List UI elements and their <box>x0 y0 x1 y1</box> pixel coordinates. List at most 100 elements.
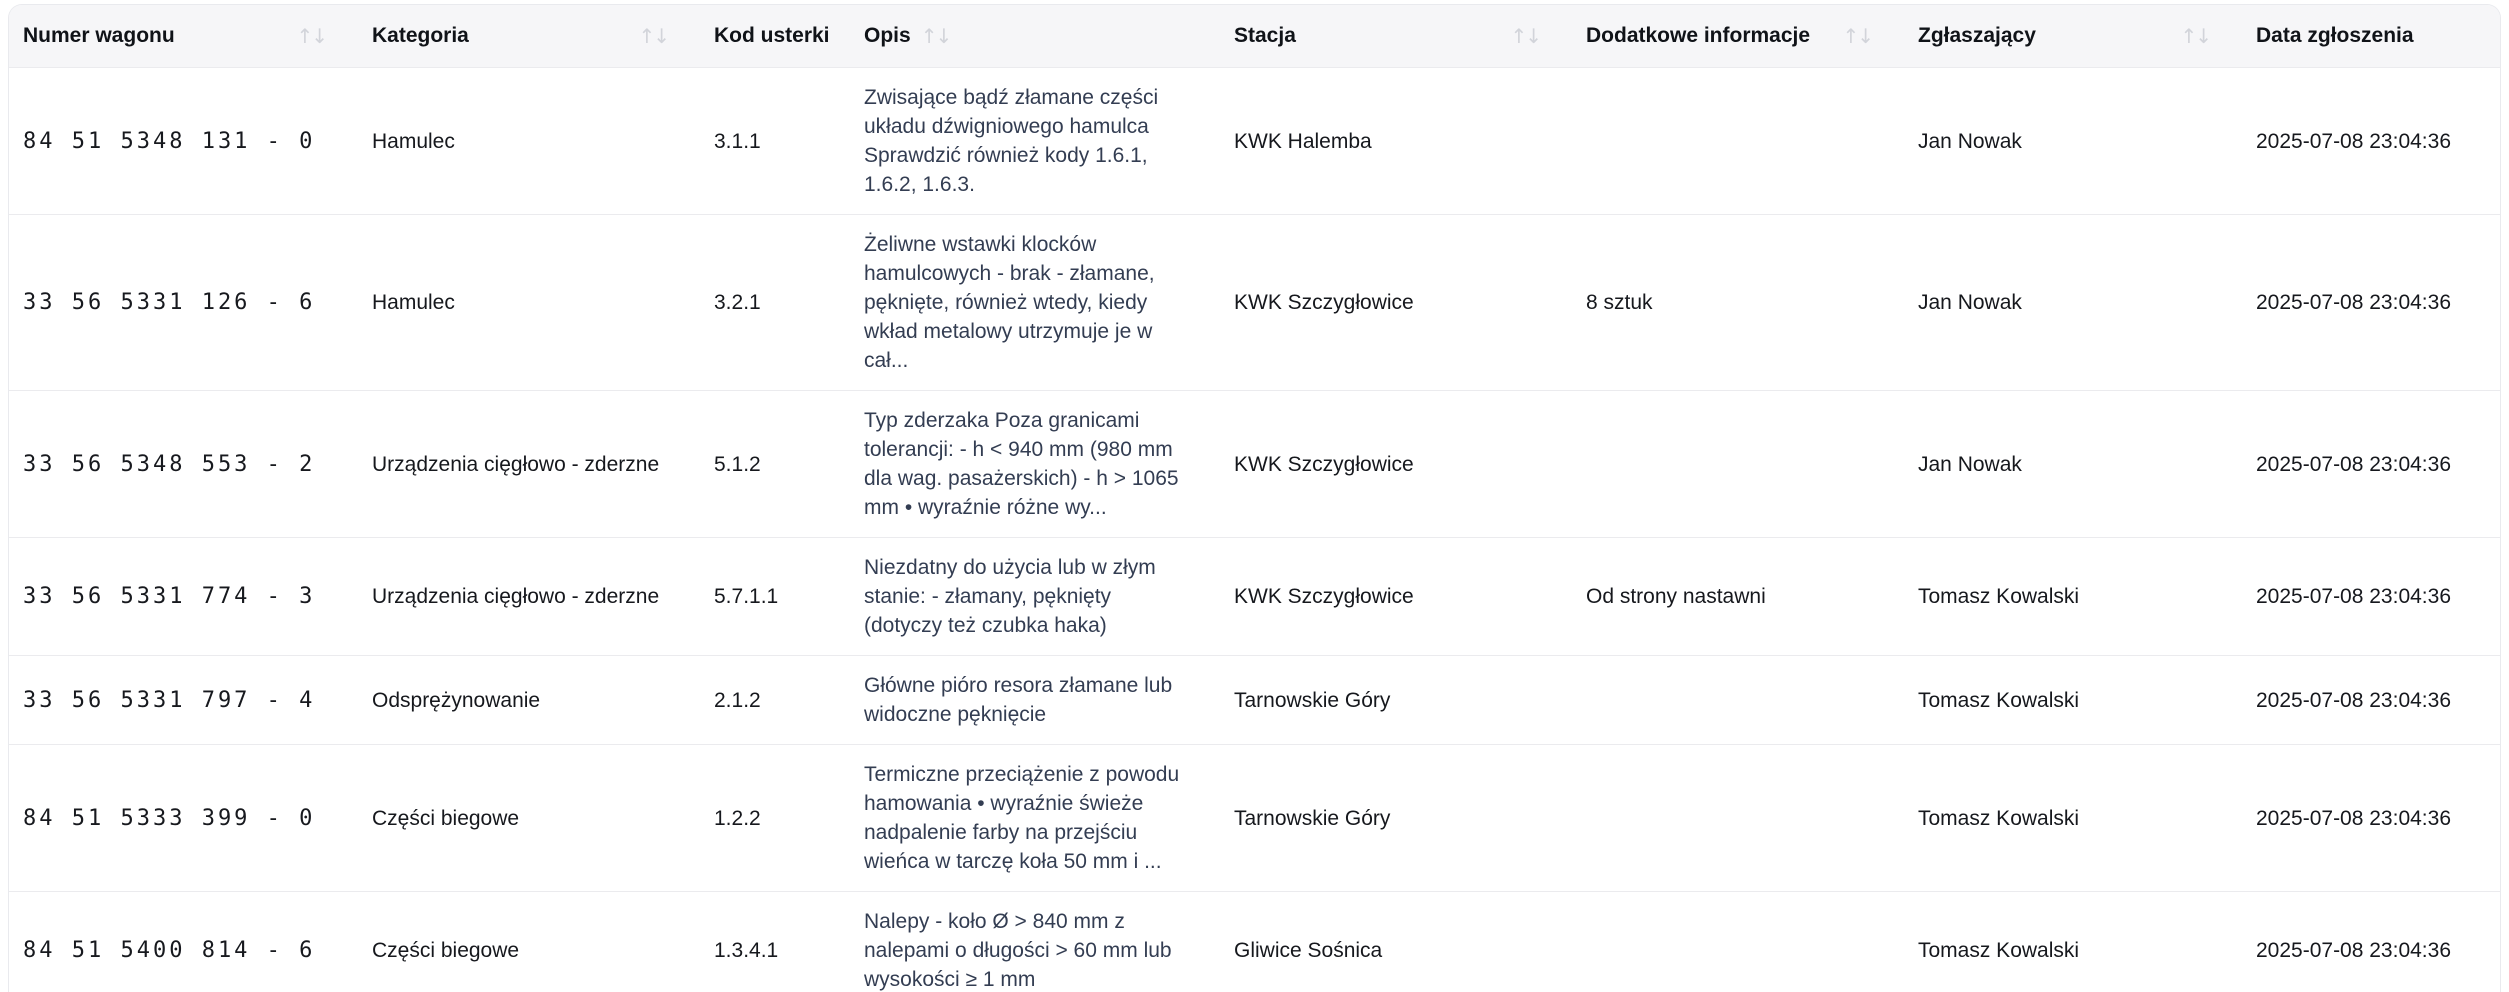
station-cell: Tarnowskie Góry <box>1214 745 1566 892</box>
defect-code-cell-text: 3.2.1 <box>714 288 761 317</box>
description-cell: Niezdatny do użycia lub w złym stanie: -… <box>844 538 1214 656</box>
table-row: 84 51 5400 814 - 6 Części biegowe 1.3.4.1 N… <box>9 892 2500 992</box>
description-cell: Termiczne przeciążenie z powodu hamowani… <box>844 745 1214 892</box>
table-row: 33 56 5331 774 - 3 Urządzenia cięgłowo - … <box>9 538 2500 656</box>
column-header-wagon-number[interactable]: Numer wagonu↑↓ <box>9 5 352 68</box>
column-header-description[interactable]: Opis ↑↓ <box>844 5 1214 68</box>
sort-arrows-icon: ↑↓ <box>638 24 670 48</box>
wagon-number-cell-text: 84 51 5400 814 - 6 <box>23 936 315 965</box>
defect-code-cell-text: 2.1.2 <box>714 686 761 715</box>
report-date-cell: 2025-07-08 23:04:36 <box>2236 68 2500 215</box>
column-label-description: Opis <box>864 24 911 48</box>
category-cell-text: Odsprężynowanie <box>372 686 540 715</box>
reporter-cell: Tomasz Kowalski <box>1898 745 2236 892</box>
reporter-cell: Jan Nowak <box>1898 68 2236 215</box>
station-cell-text: KWK Szczygłowice <box>1234 288 1414 317</box>
report-date-cell-text: 2025-07-08 23:04:36 <box>2256 804 2451 833</box>
header-row: Numer wagonu↑↓ Kategoria ↑↓ Kod usterki Opis… <box>9 5 2500 68</box>
defect-code-cell: 5.7.1.1 <box>694 538 844 656</box>
wagon-number-cell: 84 51 5400 814 - 6 <box>9 892 352 992</box>
category-cell-text: Części biegowe <box>372 936 519 965</box>
category-cell-text: Hamulec <box>372 288 455 317</box>
reporter-cell: Tomasz Kowalski <box>1898 656 2236 745</box>
wagon-number-cell-text: 33 56 5331 797 - 4 <box>23 686 315 715</box>
defect-code-cell-text: 1.2.2 <box>714 804 761 833</box>
defect-code-cell-text: 5.7.1.1 <box>714 582 778 611</box>
column-header-station[interactable]: Stacja ↑↓ <box>1214 5 1566 68</box>
defect-code-cell-text: 3.1.1 <box>714 127 761 156</box>
category-cell: Hamulec <box>352 215 694 391</box>
reporter-cell-text: Jan Nowak <box>1918 288 2022 317</box>
column-label-reporter: Zgłaszający <box>1918 24 2036 48</box>
wagon-number-cell: 33 56 5348 553 - 2 <box>9 391 352 538</box>
sort-arrows-icon: ↑↓ <box>1510 24 1542 48</box>
station-cell: KWK Szczygłowice <box>1214 391 1566 538</box>
description-cell: Typ zderzaka Poza granicami tolerancji: … <box>844 391 1214 538</box>
report-date-cell-text: 2025-07-08 23:04:36 <box>2256 582 2451 611</box>
defect-code-cell-text: 5.1.2 <box>714 450 761 479</box>
report-date-cell-text: 2025-07-08 23:04:36 <box>2256 127 2451 156</box>
report-date-cell-text: 2025-07-08 23:04:36 <box>2256 288 2451 317</box>
description-cell: Nalepy - koło Ø > 840 mm z nalepami o dł… <box>844 892 1214 992</box>
defect-code-cell-text: 1.3.4.1 <box>714 936 778 965</box>
reporter-cell-text: Jan Nowak <box>1918 127 2022 156</box>
category-cell-text: Urządzenia cięgłowo - zderzne <box>372 450 659 479</box>
station-cell: KWK Szczygłowice <box>1214 538 1566 656</box>
reporter-cell: Jan Nowak <box>1898 215 2236 391</box>
sort-arrows-icon: ↑↓ <box>296 24 328 48</box>
table-row: 33 56 5331 126 - 6 Hamulec 3.2.1 Żeliwne ws… <box>9 215 2500 391</box>
description-cell: Żeliwne wstawki klocków hamulcowych - br… <box>844 215 1214 391</box>
defect-code-cell: 3.1.1 <box>694 68 844 215</box>
column-label-category: Kategoria <box>372 24 469 48</box>
extra-info-cell: Od strony nastawni <box>1566 538 1898 656</box>
category-cell: Hamulec <box>352 68 694 215</box>
extra-info-cell-text: 8 sztuk <box>1586 288 1653 317</box>
report-date-cell: 2025-07-08 23:04:36 <box>2236 538 2500 656</box>
wagon-number-cell-text: 33 56 5331 126 - 6 <box>23 288 315 317</box>
extra-info-cell <box>1566 68 1898 215</box>
reporter-cell: Jan Nowak <box>1898 391 2236 538</box>
report-date-cell-text: 2025-07-08 23:04:36 <box>2256 450 2451 479</box>
column-label-station: Stacja <box>1234 24 1296 48</box>
description-cell: Zwisające bądź złamane części układu dźw… <box>844 68 1214 215</box>
defect-code-cell: 2.1.2 <box>694 656 844 745</box>
station-cell-text: Gliwice Sośnica <box>1234 936 1382 965</box>
station-cell-text: KWK Szczygłowice <box>1234 582 1414 611</box>
sort-arrows-icon: ↑↓ <box>1842 24 1874 48</box>
extra-info-cell: 8 sztuk <box>1566 215 1898 391</box>
category-cell: Odsprężynowanie <box>352 656 694 745</box>
column-label-report-date: Data zgłoszenia <box>2256 24 2414 48</box>
wagon-number-cell: 33 56 5331 797 - 4 <box>9 656 352 745</box>
report-date-cell: 2025-07-08 23:04:36 <box>2236 391 2500 538</box>
extra-info-cell <box>1566 745 1898 892</box>
category-cell: Części biegowe <box>352 892 694 992</box>
report-date-cell-text: 2025-07-08 23:04:36 <box>2256 936 2451 965</box>
defect-code-cell: 3.2.1 <box>694 215 844 391</box>
category-cell-text: Hamulec <box>372 127 455 156</box>
wagon-number-cell-text: 33 56 5331 774 - 3 <box>23 582 315 611</box>
extra-info-cell-text: Od strony nastawni <box>1586 582 1766 611</box>
extra-info-cell <box>1566 656 1898 745</box>
column-header-extra-info[interactable]: Dodatkowe informacje↑↓ <box>1566 5 1898 68</box>
description-cell-text: Główne pióro resora złamane lub widoczne… <box>864 671 1194 729</box>
category-cell: Urządzenia cięgłowo - zderzne <box>352 391 694 538</box>
extra-info-cell <box>1566 892 1898 992</box>
wagon-number-cell: 84 51 5348 131 - 0 <box>9 68 352 215</box>
column-header-reporter[interactable]: Zgłaszający↑↓ <box>1898 5 2236 68</box>
table-row: 84 51 5333 399 - 0Części biegowe 1.2.2 Ter… <box>9 745 2500 892</box>
category-cell: Części biegowe <box>352 745 694 892</box>
wagon-number-cell: 33 56 5331 774 - 3 <box>9 538 352 656</box>
table-row: 33 56 5348 553 - 2 Urządzenia cięgłowo - … <box>9 391 2500 538</box>
sort-arrows-icon: ↑↓ <box>921 24 953 48</box>
description-cell-text: Termiczne przeciążenie z powodu hamowani… <box>864 760 1194 876</box>
reporter-cell-text: Tomasz Kowalski <box>1918 936 2079 965</box>
table-row: 84 51 5348 131 - 0 Hamulec 3.1.1 Zwisające … <box>9 68 2500 215</box>
column-label-defect-code: Kod usterki <box>714 24 830 48</box>
column-header-category[interactable]: Kategoria ↑↓ <box>352 5 694 68</box>
station-cell: KWK Szczygłowice <box>1214 215 1566 391</box>
description-cell-text: Zwisające bądź złamane części układu dźw… <box>864 83 1194 199</box>
wagon-number-cell: 84 51 5333 399 - 0 <box>9 745 352 892</box>
table-row: 33 56 5331 797 - 4 Odsprężynowanie 2.1.2 Gł… <box>9 656 2500 745</box>
category-cell: Urządzenia cięgłowo - zderzne <box>352 538 694 656</box>
table-body: 84 51 5348 131 - 0 Hamulec 3.1.1 Zwisające … <box>9 68 2500 992</box>
